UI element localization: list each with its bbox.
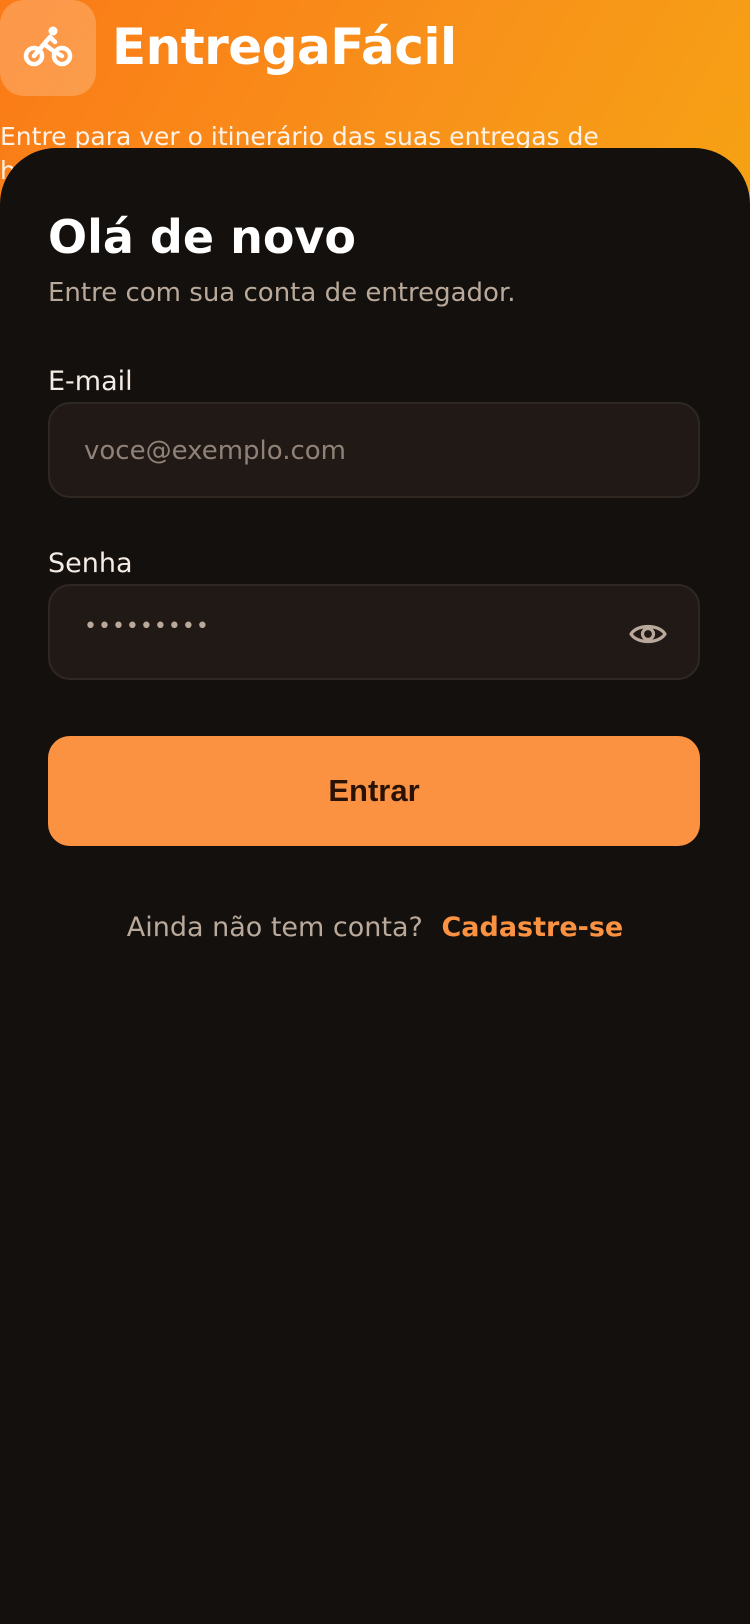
app-name: EntregaFácil: [112, 18, 457, 76]
app-logo: [0, 0, 96, 96]
login-card: Olá de novo Entre com sua conta de entre…: [0, 148, 750, 1624]
email-field-container: [48, 402, 700, 498]
password-masked-value: •••••••••: [84, 614, 210, 639]
signup-prompt: Ainda não tem conta?: [126, 912, 423, 943]
page-subtitle: Entre com sua conta de entregador.: [48, 278, 516, 308]
eye-icon[interactable]: [628, 614, 668, 654]
email-field[interactable]: [82, 404, 626, 498]
signup-link[interactable]: Cadastre-se: [441, 912, 623, 943]
bicycle-icon: [23, 26, 73, 67]
password-field[interactable]: •••••••••: [48, 584, 700, 680]
signup-row: Ainda não tem conta? Cadastre-se: [0, 912, 750, 943]
login-button[interactable]: Entrar: [48, 736, 700, 846]
page-title: Olá de novo: [48, 210, 357, 264]
email-label: E-mail: [48, 366, 133, 397]
password-label: Senha: [48, 548, 133, 579]
